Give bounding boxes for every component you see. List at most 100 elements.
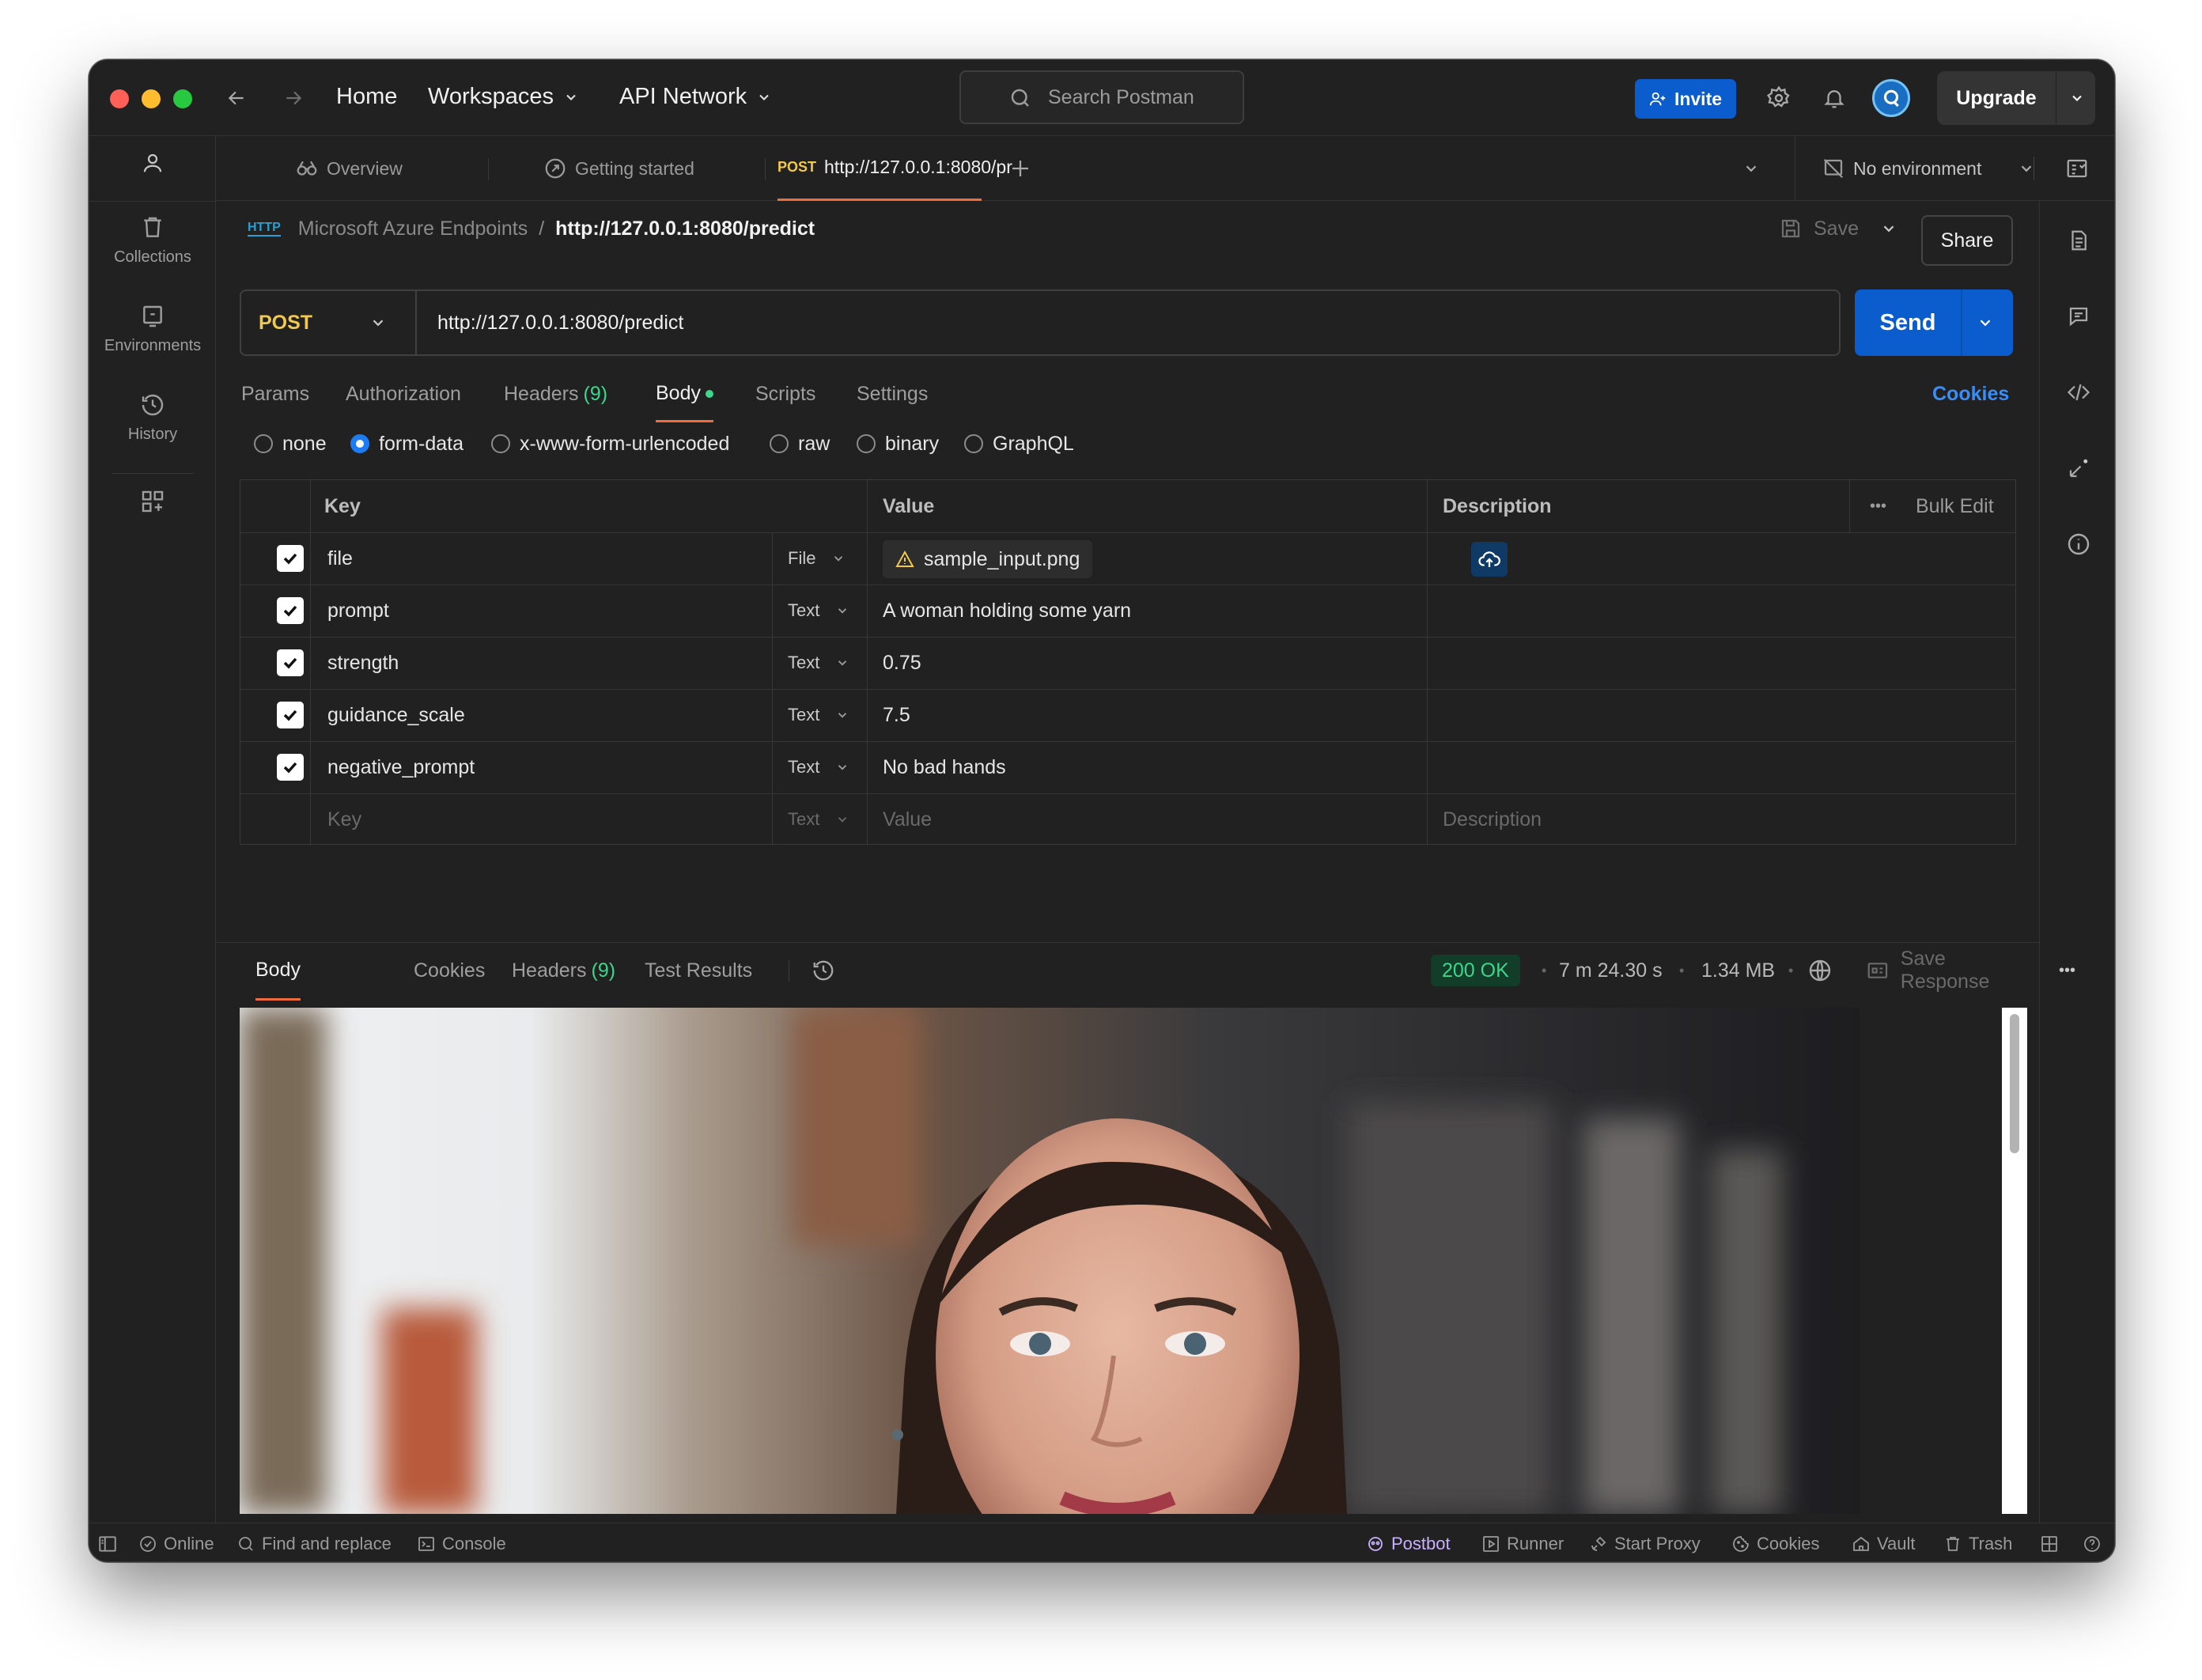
forward-arrow-icon[interactable] bbox=[281, 85, 306, 111]
related-collections-icon[interactable] bbox=[2064, 454, 2093, 482]
environment-selector[interactable]: No environment bbox=[1822, 136, 2035, 201]
nav-workspaces[interactable]: Workspaces bbox=[428, 84, 579, 110]
chevron-down-icon[interactable] bbox=[1977, 314, 1994, 331]
tab-scripts[interactable]: Scripts bbox=[755, 367, 815, 421]
vault-button[interactable]: Vault bbox=[1852, 1523, 1916, 1561]
minimize-window-button[interactable] bbox=[142, 89, 161, 108]
save-response-button[interactable]: Save Response bbox=[1866, 942, 2039, 999]
back-arrow-icon[interactable] bbox=[224, 85, 249, 111]
trash-button[interactable]: Trash bbox=[1943, 1523, 2012, 1561]
sidebar-item-environments[interactable]: Environments bbox=[89, 304, 216, 355]
settings-gear-icon[interactable] bbox=[1763, 82, 1795, 114]
response-size[interactable]: 1.34 MB bbox=[1701, 942, 1775, 999]
chevron-down-icon[interactable] bbox=[1739, 157, 1763, 180]
online-status[interactable]: Online bbox=[138, 1523, 214, 1561]
more-options-icon[interactable]: ••• bbox=[1870, 480, 1886, 532]
find-replace-button[interactable]: Find and replace bbox=[236, 1523, 392, 1561]
bulk-edit-button[interactable]: Bulk Edit bbox=[1916, 480, 1994, 532]
code-icon[interactable] bbox=[2064, 378, 2093, 407]
response-tab-body[interactable]: Body bbox=[255, 942, 301, 1001]
row-value[interactable]: No bad hands bbox=[883, 741, 1006, 793]
new-key-input[interactable]: Key bbox=[327, 793, 361, 846]
chevron-down-icon[interactable] bbox=[1877, 217, 1901, 240]
postbot-button[interactable]: Postbot bbox=[1366, 1523, 1451, 1561]
upgrade-button[interactable]: Upgrade bbox=[1937, 71, 2095, 125]
comments-icon[interactable] bbox=[2064, 302, 2093, 331]
row-value[interactable]: 0.75 bbox=[883, 637, 921, 689]
radio-raw[interactable]: raw bbox=[770, 424, 830, 464]
radio-graphql[interactable]: GraphQL bbox=[964, 424, 1074, 464]
start-proxy-button[interactable]: Start Proxy bbox=[1589, 1523, 1701, 1561]
add-tab-icon[interactable] bbox=[1007, 155, 1034, 182]
user-icon[interactable] bbox=[137, 147, 168, 179]
row-checkbox[interactable] bbox=[277, 754, 304, 781]
row-key[interactable]: prompt bbox=[327, 585, 389, 637]
environment-quick-look-icon[interactable] bbox=[2064, 155, 2090, 182]
url-input[interactable]: http://127.0.0.1:8080/predict bbox=[437, 291, 683, 354]
row-key[interactable]: negative_prompt bbox=[327, 741, 475, 793]
response-tab-cookies[interactable]: Cookies bbox=[414, 942, 485, 999]
toggle-sidebar-icon[interactable] bbox=[97, 1523, 118, 1561]
sidebar-item-history[interactable]: History bbox=[89, 392, 216, 444]
bell-icon[interactable] bbox=[1818, 82, 1850, 114]
radio-none[interactable]: none bbox=[254, 424, 327, 464]
tab-getting-started[interactable]: Getting started bbox=[543, 136, 694, 201]
chevron-down-icon[interactable] bbox=[2069, 90, 2085, 106]
response-time[interactable]: 7 m 24.30 s bbox=[1559, 942, 1663, 999]
file-chip[interactable]: sample_input.png bbox=[883, 540, 1093, 578]
row-type-select[interactable]: Text bbox=[788, 741, 849, 793]
tab-post-predict[interactable]: POST http://127.0.0.1:8080/pr bbox=[778, 136, 1012, 201]
cloud-upload-icon[interactable] bbox=[1471, 542, 1508, 577]
tab-headers[interactable]: Headers (9) bbox=[504, 367, 607, 421]
response-tab-headers[interactable]: Headers (9) bbox=[512, 942, 615, 999]
sidebar-item-collections[interactable]: Collections bbox=[89, 215, 216, 267]
nav-home[interactable]: Home bbox=[336, 84, 397, 110]
more-options-icon[interactable]: ••• bbox=[2059, 942, 2075, 999]
save-button[interactable]: Save bbox=[1779, 210, 1859, 247]
row-value[interactable]: A woman holding some yarn bbox=[883, 585, 1131, 637]
row-checkbox[interactable] bbox=[277, 545, 304, 572]
nav-api-network[interactable]: API Network bbox=[619, 84, 772, 110]
tab-authorization[interactable]: Authorization bbox=[346, 367, 461, 421]
radio-form-data[interactable]: form-data bbox=[350, 424, 463, 464]
cookies-link[interactable]: Cookies bbox=[1932, 367, 2009, 421]
radio-urlencoded[interactable]: x-www-form-urlencoded bbox=[491, 424, 729, 464]
response-history-icon[interactable] bbox=[809, 956, 838, 985]
row-type-select[interactable]: File bbox=[788, 532, 846, 585]
add-workbench-icon[interactable] bbox=[138, 487, 167, 516]
new-description-input[interactable]: Description bbox=[1443, 793, 1542, 846]
scrollbar-thumb[interactable] bbox=[2010, 1014, 2019, 1153]
tab-body[interactable]: Body bbox=[656, 367, 713, 422]
send-button[interactable]: Send bbox=[1855, 289, 2013, 356]
tab-settings[interactable]: Settings bbox=[857, 367, 928, 421]
row-type-select[interactable]: Text bbox=[788, 585, 849, 637]
response-tab-test-results[interactable]: Test Results bbox=[645, 942, 752, 999]
method-select[interactable]: POST bbox=[241, 291, 417, 354]
row-checkbox[interactable] bbox=[277, 597, 304, 624]
help-icon[interactable] bbox=[2083, 1523, 2102, 1561]
tab-params[interactable]: Params bbox=[241, 367, 309, 421]
row-checkbox[interactable] bbox=[277, 649, 304, 676]
row-checkbox[interactable] bbox=[277, 702, 304, 728]
response-scrollbar[interactable] bbox=[2002, 1008, 2027, 1514]
avatar[interactable] bbox=[1872, 79, 1910, 117]
tab-overview[interactable]: Overview bbox=[295, 136, 403, 201]
invite-button[interactable]: Invite bbox=[1635, 79, 1736, 119]
info-icon[interactable] bbox=[2064, 530, 2093, 558]
row-type-select[interactable]: Text bbox=[788, 689, 849, 741]
breadcrumb-collection[interactable]: Microsoft Azure Endpoints bbox=[298, 218, 528, 240]
row-key[interactable]: file bbox=[327, 532, 353, 585]
cookies-button[interactable]: Cookies bbox=[1731, 1523, 1819, 1561]
new-type-select[interactable]: Text bbox=[788, 793, 849, 846]
runner-button[interactable]: Runner bbox=[1481, 1523, 1564, 1561]
maximize-window-button[interactable] bbox=[173, 89, 192, 108]
close-window-button[interactable] bbox=[110, 89, 129, 108]
search-input[interactable]: Search Postman bbox=[959, 70, 1244, 124]
layout-grid-icon[interactable] bbox=[2040, 1523, 2059, 1561]
share-button[interactable]: Share bbox=[1921, 215, 2013, 266]
new-value-input[interactable]: Value bbox=[883, 793, 932, 846]
status-badge[interactable]: 200 OK bbox=[1431, 955, 1520, 986]
documentation-icon[interactable] bbox=[2064, 226, 2093, 255]
row-key[interactable]: guidance_scale bbox=[327, 689, 465, 741]
breadcrumb-request-name[interactable]: http://127.0.0.1:8080/predict bbox=[555, 218, 815, 240]
